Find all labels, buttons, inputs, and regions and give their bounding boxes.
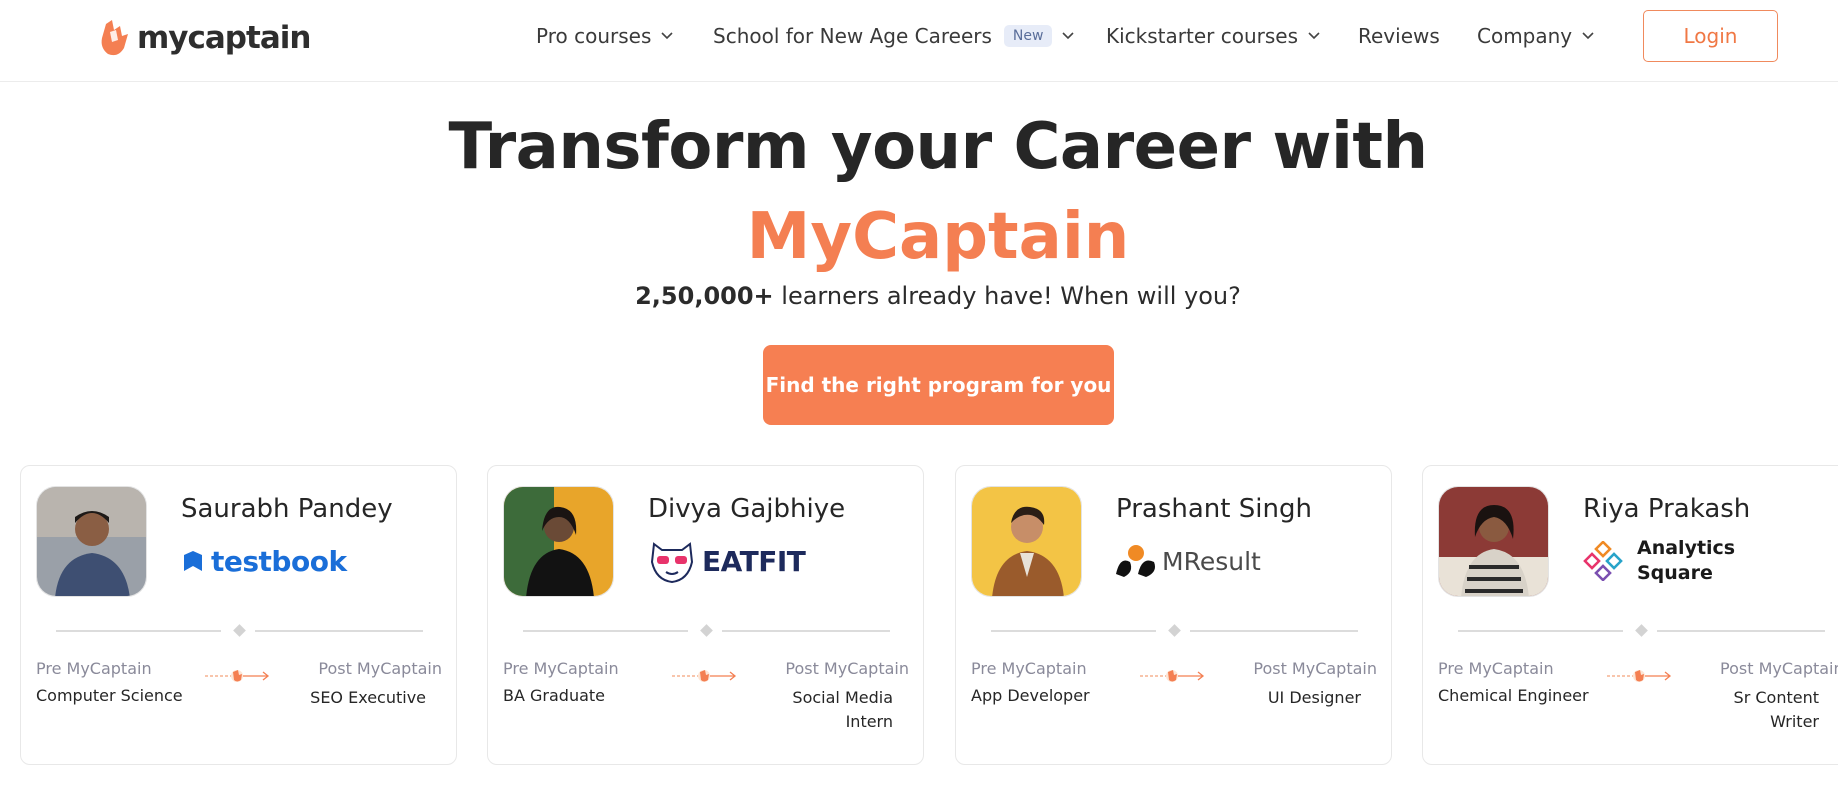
testimonial-card[interactable]: Riya Prakash Analytics Square Pre MyCapt… bbox=[1422, 465, 1838, 765]
nav-kickstarter-courses[interactable]: Kickstarter courses bbox=[1106, 22, 1320, 50]
card-divider bbox=[523, 624, 890, 637]
nav-pro-courses-label: Pro courses bbox=[536, 24, 652, 48]
hero-subtitle: 2,50,000+ learners already have! When wi… bbox=[0, 282, 1838, 310]
find-program-button[interactable]: Find the right program for you bbox=[763, 345, 1114, 425]
testimonial-card[interactable]: Divya Gajbhiye EATFIT Pre MyCaptain BA G… bbox=[487, 465, 924, 765]
company-name: MResult bbox=[1162, 546, 1261, 576]
logo-wordmark: mycaptain bbox=[137, 20, 311, 56]
company-name: Analytics Square bbox=[1637, 537, 1736, 584]
pre-label: Pre MyCaptain bbox=[503, 659, 619, 678]
pre-value: Chemical Engineer bbox=[1438, 686, 1589, 705]
captain-hand-logo-icon bbox=[101, 20, 128, 56]
post-value: Sr Content Writer bbox=[1733, 688, 1819, 731]
pre-label: Pre MyCaptain bbox=[36, 659, 152, 678]
new-badge: New bbox=[1003, 25, 1053, 47]
transition-arrow-icon bbox=[672, 670, 737, 682]
post-value: UI Designer bbox=[1267, 688, 1361, 707]
company-logo-testbook: testbook bbox=[181, 536, 347, 586]
company-name: testbook bbox=[211, 544, 347, 578]
hero-title: Transform your Career with bbox=[448, 110, 1428, 184]
analytics-square-logo-icon bbox=[1583, 541, 1623, 581]
learner-name: Riya Prakash bbox=[1583, 494, 1751, 524]
post-value: Social Media Intern bbox=[792, 688, 893, 731]
nav-school-new-age-careers[interactable]: School for New Age Careers New bbox=[713, 22, 1075, 50]
avatar bbox=[503, 486, 614, 597]
post-label: Post MyCaptain bbox=[785, 659, 909, 678]
company-logo-mresult: MResult bbox=[1116, 536, 1261, 586]
post-label: Post MyCaptain bbox=[1720, 659, 1838, 678]
avatar bbox=[1438, 486, 1549, 597]
hero-subtitle-text: learners already have! When will you? bbox=[773, 282, 1241, 310]
tiger-mascot-icon bbox=[650, 542, 694, 584]
login-button[interactable]: Login bbox=[1643, 10, 1778, 62]
avatar-photo-riya bbox=[1439, 487, 1548, 596]
mresult-logo-icon bbox=[1116, 545, 1155, 577]
nav-pro-courses[interactable]: Pro courses bbox=[536, 22, 673, 50]
chevron-down-icon bbox=[661, 32, 673, 40]
card-divider bbox=[56, 624, 423, 637]
avatar-photo-saurabh bbox=[37, 487, 146, 596]
pre-value: BA Graduate bbox=[503, 686, 606, 705]
pre-label: Pre MyCaptain bbox=[1438, 659, 1554, 678]
chevron-down-icon bbox=[1582, 32, 1594, 40]
nav-reviews-label: Reviews bbox=[1358, 24, 1440, 48]
testimonial-card[interactable]: Prashant Singh MResult Pre MyCaptain App… bbox=[955, 465, 1392, 765]
nav-company[interactable]: Company bbox=[1477, 22, 1594, 50]
avatar bbox=[971, 486, 1082, 597]
nav-reviews[interactable]: Reviews bbox=[1358, 22, 1440, 50]
site-header: mycaptain Pro courses School for New Age… bbox=[0, 0, 1838, 82]
company-logo-eatfit: EATFIT bbox=[648, 536, 806, 586]
nav-kickstarter-label: Kickstarter courses bbox=[1106, 24, 1298, 48]
post-label: Post MyCaptain bbox=[318, 659, 442, 678]
learner-name: Divya Gajbhiye bbox=[648, 494, 846, 524]
card-divider bbox=[991, 624, 1358, 637]
learner-name: Saurabh Pandey bbox=[181, 494, 393, 524]
pre-value: Computer Science bbox=[36, 686, 183, 705]
avatar-photo-prashant bbox=[972, 487, 1081, 596]
learner-name: Prashant Singh bbox=[1116, 494, 1312, 524]
post-label: Post MyCaptain bbox=[1253, 659, 1377, 678]
company-logo-analytics-square: Analytics Square bbox=[1583, 536, 1737, 586]
learner-count: 2,50,000+ bbox=[635, 282, 774, 310]
hero-brand: MyCaptain bbox=[746, 200, 1130, 274]
company-name: EATFIT bbox=[702, 544, 806, 578]
transition-arrow-icon bbox=[205, 670, 270, 682]
testbook-icon bbox=[184, 551, 202, 571]
card-divider bbox=[1458, 624, 1825, 637]
post-value: SEO Executive bbox=[310, 688, 426, 707]
pre-label: Pre MyCaptain bbox=[971, 659, 1087, 678]
testimonial-card[interactable]: Saurabh Pandey testbook Pre MyCaptain Co… bbox=[20, 465, 457, 765]
transition-arrow-icon bbox=[1607, 670, 1672, 682]
chevron-down-icon bbox=[1062, 32, 1075, 40]
site-logo[interactable]: mycaptain bbox=[98, 18, 311, 58]
nav-company-label: Company bbox=[1477, 24, 1573, 48]
pre-value: App Developer bbox=[971, 686, 1090, 705]
avatar bbox=[36, 486, 147, 597]
avatar-photo-divya bbox=[504, 487, 613, 596]
transition-arrow-icon bbox=[1140, 670, 1205, 682]
chevron-down-icon bbox=[1308, 32, 1320, 40]
nav-school-label: School for New Age Careers bbox=[713, 24, 992, 48]
